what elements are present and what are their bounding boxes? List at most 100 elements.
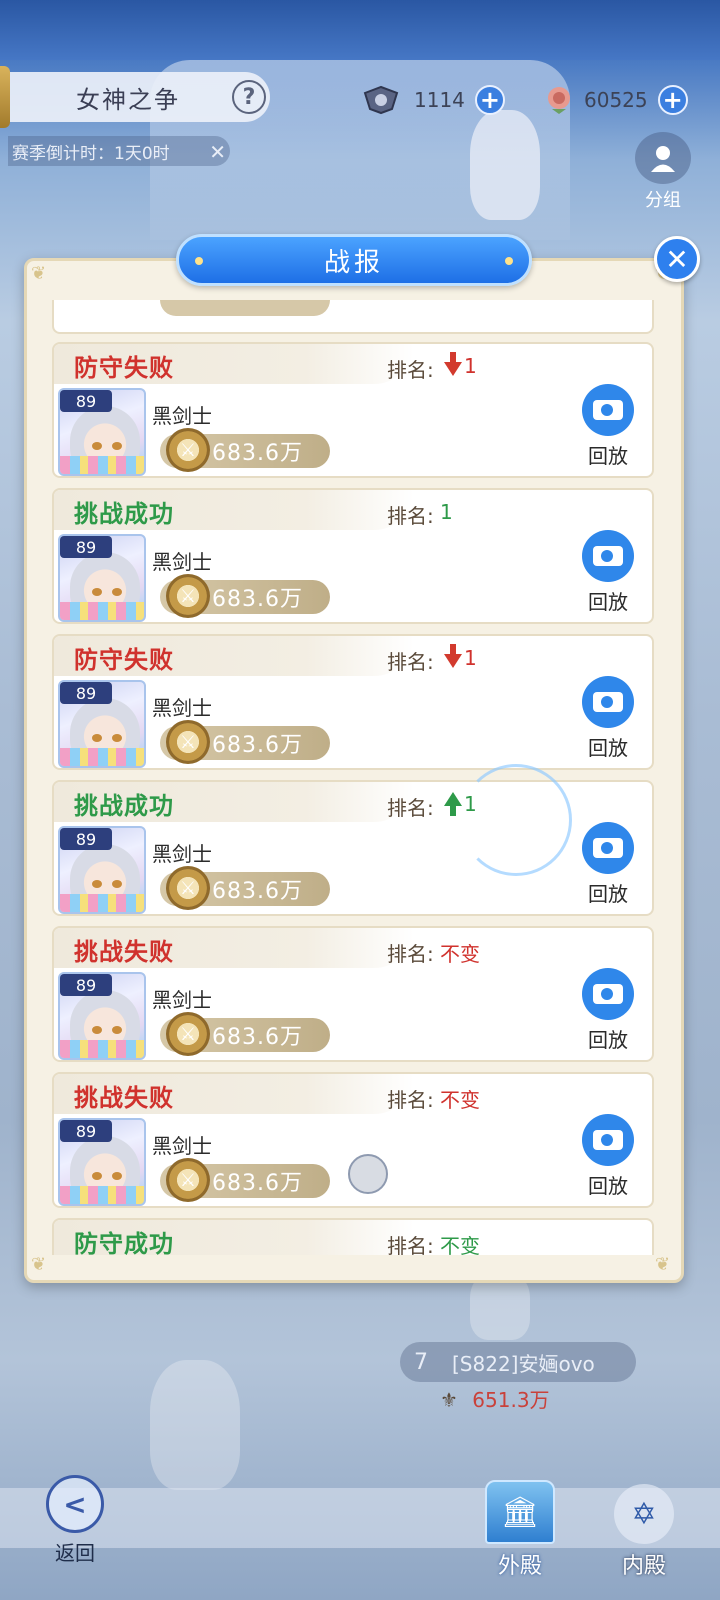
video-camera-icon xyxy=(582,530,634,582)
power-crest-icon: ⚔ xyxy=(166,720,210,764)
rank-value: 1 xyxy=(440,500,453,524)
power-crest-icon: ⚔ xyxy=(166,574,210,618)
rank-value: 不变 xyxy=(440,1084,480,1113)
avatar-frame-flowers xyxy=(60,602,144,620)
avatar-eye xyxy=(92,1026,102,1034)
replay-button[interactable]: 回放 xyxy=(578,822,638,908)
fox-girl-character xyxy=(470,110,540,220)
help-icon[interactable]: ? xyxy=(232,80,266,114)
rank-down-arrow-icon xyxy=(444,352,462,376)
replay-button[interactable]: 回放 xyxy=(578,676,638,762)
inner-hall-button[interactable]: ✡ 内殿 xyxy=(596,1470,692,1580)
group-button[interactable]: 分组 xyxy=(632,132,694,212)
battle-result: 防守失败 xyxy=(74,646,174,674)
emblem-count: 1114 xyxy=(414,88,465,112)
tap-ripple-effect xyxy=(460,764,572,876)
rank-up-arrow-icon xyxy=(444,792,462,816)
currency-emblem: 1114 + xyxy=(362,84,505,116)
power-crest-icon: ⚔ xyxy=(166,1158,210,1202)
replay-label: 回放 xyxy=(588,1028,628,1052)
back-label: 返回 xyxy=(55,1541,95,1565)
replay-button[interactable]: 回放 xyxy=(578,384,638,470)
rank-value: 不变 xyxy=(440,1230,480,1255)
rank-number: 1 xyxy=(464,354,477,378)
avatar-eye xyxy=(112,734,122,742)
replay-button[interactable]: 回放 xyxy=(578,530,638,616)
replay-button[interactable]: 回放 xyxy=(578,968,638,1054)
corner-ornament: ❦ xyxy=(31,263,47,284)
rank-label: 排名: xyxy=(387,796,434,820)
palace-icon: 🏛 xyxy=(485,1480,555,1544)
battle-result: 挑战失败 xyxy=(74,938,174,966)
rose-count: 60525 xyxy=(584,88,648,112)
rank-number: 1 xyxy=(440,500,453,524)
battle-report-card: 防守成功 排名: 不变 xyxy=(52,1218,654,1255)
mode-title-bar: 女神之争 ? xyxy=(0,66,270,128)
rank-label: 排名: xyxy=(387,650,434,674)
close-dialog-button[interactable]: ✕ xyxy=(654,236,700,282)
player-name: 黑剑士 xyxy=(152,1134,212,1158)
outer-hall-button[interactable]: 🏛 外殿 xyxy=(472,1470,568,1580)
rank-label: 排名: xyxy=(387,1234,434,1255)
power-crest-icon: ⚔ xyxy=(166,1012,210,1056)
battle-report-card: 挑战成功 排名: 1 89 黑剑士 683.6万 ⚔ 回放 xyxy=(52,488,654,624)
avatar-eye xyxy=(112,588,122,596)
player-name: 黑剑士 xyxy=(152,988,212,1012)
avatar-eye xyxy=(112,880,122,888)
mode-title: 女神之争 xyxy=(76,85,180,114)
rank-number: 不变 xyxy=(440,1088,480,1112)
top-banner xyxy=(0,0,720,60)
inner-hall-label: 内殿 xyxy=(621,1554,666,1579)
title-deco xyxy=(0,66,10,128)
rank-value: 1 xyxy=(440,644,477,670)
close-icon[interactable]: ✕ xyxy=(209,140,226,164)
avatar-eye xyxy=(112,1026,122,1034)
replay-label: 回放 xyxy=(588,736,628,760)
dialog-title: 战报 xyxy=(323,247,384,278)
avatar-frame-flowers xyxy=(60,1186,144,1204)
avatar-frame-flowers xyxy=(60,456,144,474)
battle-result: 挑战失败 xyxy=(74,1084,174,1112)
avatar-frame-flowers xyxy=(60,894,144,912)
power-value: 683.6万 xyxy=(212,879,303,904)
outer-hall-label: 外殿 xyxy=(497,1554,542,1579)
rank-label: 排名: xyxy=(387,942,434,966)
npc-character xyxy=(150,1360,240,1490)
battle-report-card: 防守失败 排名: 1 89 黑剑士 683.6万 ⚔ 回放 xyxy=(52,634,654,770)
avatar-eye xyxy=(92,880,102,888)
avatar-eye xyxy=(112,1172,122,1180)
rank-value: 不变 xyxy=(440,938,480,967)
level-badge: 89 xyxy=(60,390,112,412)
add-rose-button[interactable]: + xyxy=(657,85,688,115)
touch-indicator xyxy=(348,1154,388,1194)
star-moon-icon: ✡ xyxy=(614,1484,674,1544)
back-button[interactable]: < 返回 xyxy=(42,1466,108,1566)
add-emblem-button[interactable]: + xyxy=(474,85,505,115)
rank-down-arrow-icon xyxy=(444,644,462,668)
season-countdown: 赛季倒计时：1天0时 ✕ xyxy=(8,136,230,166)
player-name: 黑剑士 xyxy=(152,696,212,720)
battle-result: 防守失败 xyxy=(74,354,174,382)
back-arrow-icon: < xyxy=(46,1475,104,1533)
opponent-name: [S822]安婳ovo xyxy=(452,1351,595,1376)
battle-report-list[interactable]: 防守失败 排名: 1 89 黑剑士 683.6万 ⚔ 回放 挑战成功 排名: 1 89 黑剑士 683.6… xyxy=(52,300,654,1255)
replay-label: 回放 xyxy=(588,882,628,906)
video-camera-icon xyxy=(582,822,634,874)
avatar-eye xyxy=(92,1172,102,1180)
rank-label: 排名: xyxy=(387,504,434,528)
season-countdown-text: 赛季倒计时：1天0时 xyxy=(12,143,170,164)
power-crest-icon: ⚔ xyxy=(166,866,210,910)
opponent-power-value: 651.3万 xyxy=(472,1388,550,1412)
battle-report-card: 挑战失败 排名: 不变 89 黑剑士 683.6万 ⚔ 回放 xyxy=(52,926,654,1062)
replay-button[interactable]: 回放 xyxy=(578,1114,638,1200)
battle-result: 防守成功 xyxy=(74,1230,174,1255)
opponent-nameplate[interactable]: 7 [S822]安婳ovo xyxy=(400,1342,636,1382)
battle-result: 挑战成功 xyxy=(74,792,174,820)
avatar-frame-flowers xyxy=(60,1040,144,1058)
group-icon xyxy=(635,132,691,184)
emblem-icon xyxy=(362,84,400,116)
replay-label: 回放 xyxy=(588,590,628,614)
corner-ornament: ❦ xyxy=(655,1254,671,1275)
level-badge: 89 xyxy=(60,974,112,996)
level-badge: 89 xyxy=(60,1120,112,1142)
